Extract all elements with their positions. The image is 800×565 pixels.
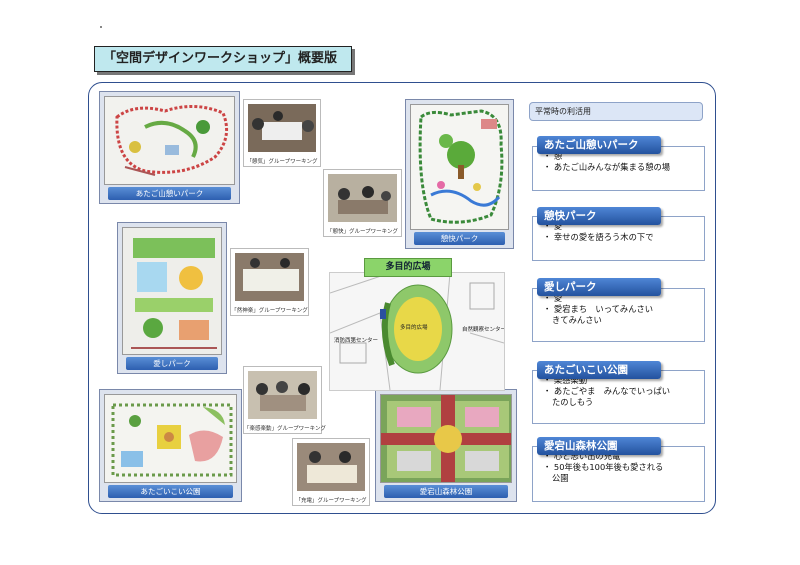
group-work-caption: 「充電」グループワーキング — [295, 498, 367, 504]
usage-header: 平常時の利活用 — [529, 102, 703, 121]
plan-drawing-image — [410, 104, 509, 230]
group-work-caption: 「楽感楽動」グループワーキング — [244, 426, 327, 432]
usage-bullet-continued: きてみんさい — [552, 315, 602, 325]
plan-drawing-image — [104, 96, 235, 185]
site-map[interactable]: 多目的広場 消防西第センター 自然観察センター — [329, 272, 505, 391]
group-work-image — [248, 104, 316, 152]
group-work-image — [248, 371, 317, 419]
map-place-right: 自然観察センター — [462, 327, 505, 333]
group-work-caption: 「然神楽」グループワーキング — [231, 308, 308, 314]
usage-bullet: ・ 幸せの愛を語ろう木の下で — [543, 232, 654, 242]
usage-bullet-continued: たのしもう — [552, 397, 594, 407]
plan-photo-atagoyama-shinrin-koen[interactable]: 愛宕山森林公園 — [375, 389, 517, 502]
group-work-image — [297, 443, 365, 491]
usage-bullet-continued: 公園 — [552, 473, 569, 483]
plan-photo-keikai-park[interactable]: 憩快パーク — [405, 99, 514, 249]
group-work-caption: 「憩気」グループワーキング — [246, 159, 318, 165]
plan-label: 愛しパーク — [126, 357, 218, 370]
usage-item-title: 愛宕山森林公園 — [537, 437, 661, 455]
map-place-left: 消防西第センター — [334, 338, 379, 344]
plan-drawing-image — [122, 227, 222, 355]
group-work-image — [235, 253, 304, 301]
usage-item-title: あたごいこい公園 — [537, 361, 661, 379]
group-work-photo[interactable]: 「充電」グループワーキング — [292, 438, 370, 506]
plan-drawing-image — [104, 394, 237, 483]
group-work-photo[interactable]: 「然神楽」グループワーキング — [230, 248, 309, 316]
group-work-photo[interactable]: 「憩気」グループワーキング — [243, 99, 321, 167]
map-title: 多目的広場 — [364, 258, 452, 277]
group-work-photo[interactable]: 「憩快」グループワーキング — [323, 169, 402, 237]
plan-label: あたご山憩いパーク — [108, 187, 231, 200]
usage-bullet: ・ 愛宕まち いってみんさい — [543, 304, 654, 314]
usage-item-box: ・ 愛 ・ 愛宕まち いってみんさい きてみんさい — [532, 288, 705, 342]
group-work-image — [328, 174, 397, 222]
map-place-center: 多目的広場 — [400, 325, 428, 331]
usage-item-title: あたご山憩いパーク — [537, 136, 661, 154]
group-work-caption: 「憩快」グループワーキング — [326, 229, 398, 235]
usage-item-title: 憩快パーク — [537, 207, 661, 225]
plan-label: 愛宕山森林公園 — [384, 485, 508, 498]
plan-photo-atago-ikoi-koen[interactable]: あたごいこい公園 — [99, 389, 242, 502]
corner-dot — [100, 26, 102, 28]
usage-bullet: ・ 50年後も100年後も愛される — [543, 462, 664, 472]
page-title: 「空間デザインワークショップ」概要版 — [94, 46, 352, 72]
group-work-photo[interactable]: 「楽感楽動」グループワーキング — [243, 366, 327, 434]
plan-photo-itoshi-park[interactable]: 愛しパーク — [117, 222, 227, 374]
plan-drawing-image — [380, 394, 512, 483]
usage-item-title: 愛しパーク — [537, 278, 661, 296]
plan-label: 憩快パーク — [414, 232, 505, 245]
plan-label: あたごいこい公園 — [108, 485, 233, 498]
usage-bullet: ・ あたごやま みんなでいっぱい — [543, 386, 671, 396]
plan-photo-atagoyama-ikoi-park[interactable]: あたご山憩いパーク — [99, 91, 240, 204]
usage-bullet: ・ あたご山みんなが集まる憩の場 — [543, 162, 671, 172]
